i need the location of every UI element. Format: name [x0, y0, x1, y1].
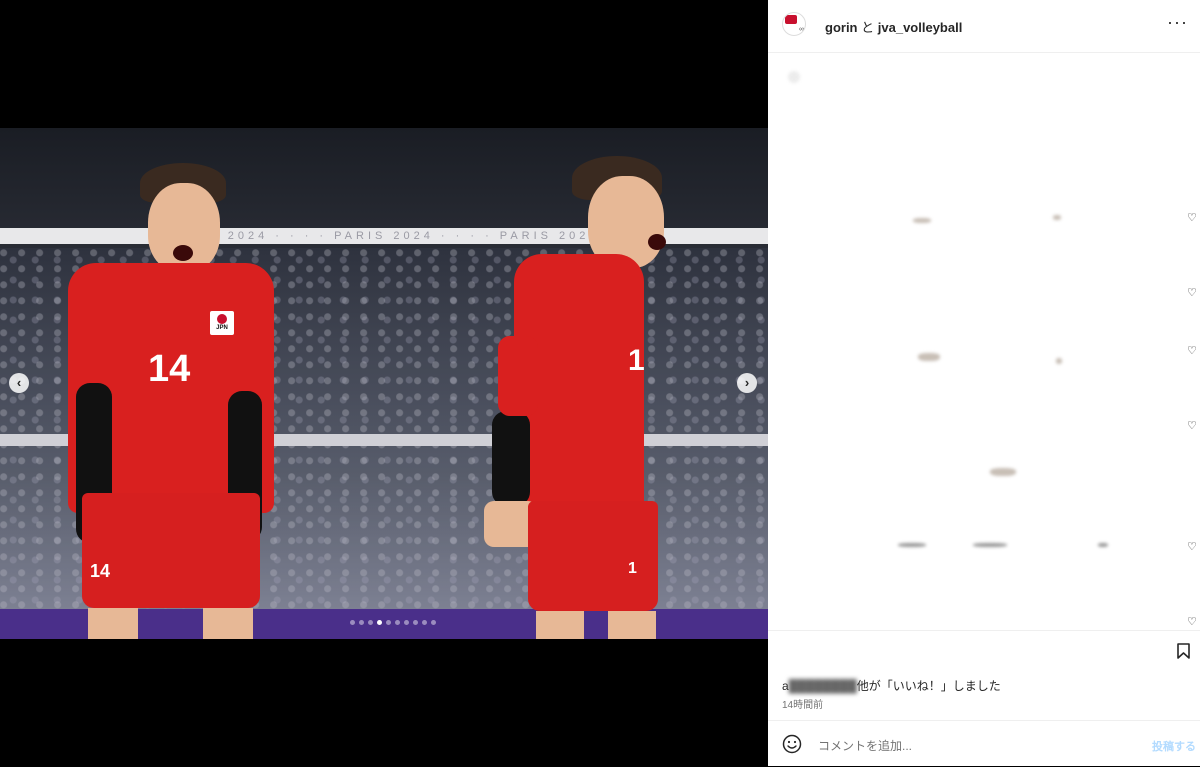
bookmark-icon[interactable]	[1177, 643, 1190, 659]
likes-prefix: a	[782, 679, 789, 693]
likes-text: 他が「いいね！」しました	[856, 679, 1001, 693]
carousel-dot	[404, 620, 409, 625]
carousel-dot	[350, 620, 355, 625]
olympic-rings-icon: ∞	[799, 26, 804, 33]
author-secondary[interactable]: jva_volleyball	[878, 20, 963, 35]
post-timestamp[interactable]: 14時間前	[782, 696, 823, 711]
flag-icon	[785, 15, 797, 24]
post-side-panel: ∞ gorin と jva_volleyball ··· ♡ ♡ ♡ ♡ ♡ ♡…	[768, 0, 1200, 766]
jersey-flag-patch: JPN	[210, 311, 234, 335]
carousel-dot	[377, 620, 382, 625]
carousel-dot	[395, 620, 400, 625]
jersey-number: 14	[148, 348, 191, 390]
author-connector: と	[861, 20, 875, 35]
carousel-prev-button[interactable]: ‹	[9, 373, 29, 393]
carousel-dot	[413, 620, 418, 625]
like-comment-heart-icon[interactable]: ♡	[1187, 617, 1197, 628]
like-comment-heart-icon[interactable]: ♡	[1187, 288, 1197, 299]
blurred-username: ████████	[788, 679, 857, 693]
like-comment-heart-icon[interactable]: ♡	[1187, 213, 1197, 224]
jersey-tag: JPN	[216, 325, 228, 331]
carousel-dot	[431, 620, 436, 625]
post-comment-button[interactable]: 投稿する	[1152, 738, 1196, 754]
action-bar	[768, 630, 1200, 667]
carousel-next-button[interactable]: ›	[737, 373, 757, 393]
comments-area: ♡ ♡ ♡ ♡ ♡ ♡	[768, 53, 1200, 629]
more-horizontal-icon[interactable]: ···	[1167, 12, 1188, 33]
jersey-number: 1	[628, 344, 645, 377]
carousel-dots	[350, 620, 436, 625]
like-comment-heart-icon[interactable]: ♡	[1187, 346, 1197, 357]
carousel-dot	[368, 620, 373, 625]
carousel-dot	[359, 620, 364, 625]
post-photo: PARIS 2024 · · · · PARIS 2024 · · · · PA…	[0, 128, 768, 639]
player-14: 14 JPN 14	[68, 163, 278, 639]
comment-composer: 投稿する	[768, 720, 1200, 767]
carousel-dot	[422, 620, 427, 625]
shorts-number: 14	[90, 561, 111, 581]
player-1: 1 1	[484, 156, 688, 639]
post-media-viewer: PARIS 2024 · · · · PARIS 2024 · · · · PA…	[0, 0, 768, 766]
like-comment-heart-icon[interactable]: ♡	[1187, 542, 1197, 553]
avatar[interactable]: ∞	[782, 12, 806, 36]
emoji-icon[interactable]	[782, 734, 802, 754]
comment-input[interactable]	[816, 734, 1120, 758]
author-primary[interactable]: gorin	[825, 20, 858, 35]
like-comment-heart-icon[interactable]: ♡	[1187, 421, 1197, 432]
post-header: ∞ gorin と jva_volleyball ···	[768, 0, 1200, 53]
author-line: gorin と jva_volleyball	[825, 17, 962, 36]
likes-summary[interactable]: a████████他が「いいね！」しました	[782, 677, 1001, 694]
carousel-dot	[386, 620, 391, 625]
shorts-number: 1	[628, 560, 637, 577]
